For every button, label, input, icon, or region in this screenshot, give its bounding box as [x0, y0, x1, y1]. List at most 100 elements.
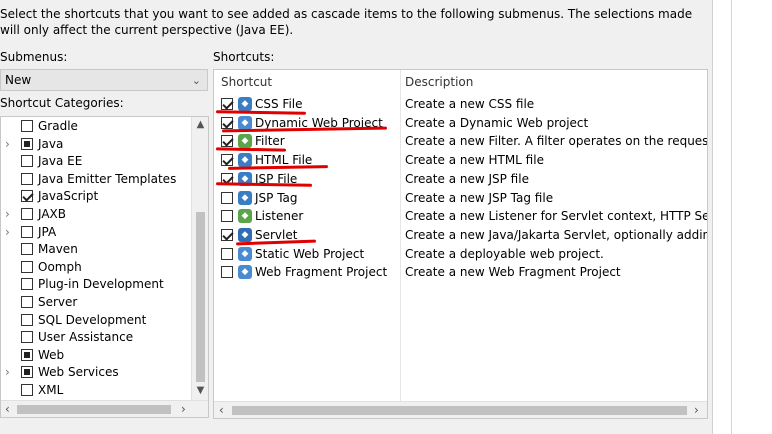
category-checkbox[interactable]: [21, 120, 33, 132]
category-checkbox[interactable]: [21, 190, 33, 203]
scroll-thumb[interactable]: [17, 405, 171, 414]
shortcut-checkbox[interactable]: [221, 154, 233, 167]
tree-item[interactable]: › Java: [1, 135, 191, 153]
servlet-icon: ◆: [238, 227, 252, 242]
scroll-thumb[interactable]: [232, 406, 687, 415]
shortcut-description: Create a new JSP file: [405, 171, 529, 186]
category-label: Server: [38, 295, 78, 309]
scroll-right-icon[interactable]: ›: [694, 402, 699, 418]
intro-text: Select the shortcuts that you want to se…: [0, 7, 693, 37]
web-fragment-project-icon: ◆: [238, 265, 252, 280]
tree-item[interactable]: › JAXB: [1, 205, 191, 223]
category-label: Java: [38, 136, 64, 151]
shortcut-name: JSP Tag: [255, 190, 298, 205]
scroll-left-icon[interactable]: ‹: [219, 402, 224, 418]
tree-item[interactable]: JavaScript: [1, 187, 191, 205]
expand-chevron-icon[interactable]: ›: [5, 135, 15, 153]
category-checkbox[interactable]: [21, 278, 33, 291]
scroll-thumb[interactable]: [196, 212, 205, 382]
scroll-down-icon[interactable]: ▼: [192, 385, 208, 396]
horizontal-scrollbar[interactable]: ‹ ›: [1, 400, 208, 417]
tree-item[interactable]: Web: [1, 346, 191, 364]
tree-item[interactable]: › JPA: [1, 223, 191, 241]
tree-item[interactable]: Gradle: [1, 117, 191, 135]
category-checkbox[interactable]: [21, 384, 33, 396]
category-checkbox[interactable]: [21, 243, 33, 256]
scroll-right-icon[interactable]: ›: [181, 401, 186, 417]
category-checkbox[interactable]: [21, 348, 33, 361]
shortcuts-table[interactable]: Shortcut Description ◆ CSS File Create a n…: [213, 69, 708, 419]
static-web-project-icon: ◆: [238, 246, 252, 261]
shortcut-checkbox[interactable]: [221, 98, 233, 110]
table-row[interactable]: ◆ Static Web Project Create a deployable w…: [214, 245, 707, 263]
shortcut-checkbox[interactable]: [221, 210, 233, 223]
category-checkbox[interactable]: [21, 155, 33, 168]
category-label: Web: [38, 347, 65, 362]
category-checkbox[interactable]: [21, 137, 33, 150]
column-header-description[interactable]: Description: [405, 73, 473, 91]
listener-icon: ◆: [238, 209, 252, 224]
shortcut-checkbox[interactable]: [221, 266, 233, 279]
categories-tree[interactable]: Gradle › Java Java EE Java Emitter Templates…: [0, 116, 209, 418]
shortcut-description: Create a new HTML file: [405, 153, 544, 168]
category-checkbox[interactable]: [21, 366, 33, 379]
tree-item[interactable]: SQL Development: [1, 311, 191, 329]
css-file-icon: ◆: [238, 97, 252, 111]
submenu-selected-value: New: [5, 73, 32, 87]
chevron-down-icon[interactable]: ⌄: [192, 73, 201, 89]
horizontal-scrollbar[interactable]: ‹ ›: [214, 401, 707, 418]
jsp-tag-icon: ◆: [238, 190, 252, 205]
shortcut-checkbox[interactable]: [221, 228, 233, 241]
category-checkbox[interactable]: [21, 208, 33, 220]
category-label: Web Services: [38, 365, 119, 380]
tree-item[interactable]: XML: [1, 381, 191, 399]
shortcut-checkbox[interactable]: [221, 247, 233, 260]
vertical-scrollbar[interactable]: ▲ ▼: [191, 117, 208, 401]
tree-item[interactable]: Java EE: [1, 152, 191, 170]
category-label: JPA: [38, 224, 57, 239]
submenu-select[interactable]: New ⌄: [0, 69, 208, 91]
shortcut-name: Web Fragment Project: [255, 265, 388, 280]
category-label: JavaScript: [38, 189, 99, 204]
table-row[interactable]: ◆ Web Fragment Project Create a new Web Fr…: [214, 263, 707, 281]
expand-chevron-icon[interactable]: ›: [5, 205, 15, 223]
shortcut-name: Static Web Project: [255, 246, 365, 261]
tree-item[interactable]: Server: [1, 293, 191, 311]
category-checkbox[interactable]: [21, 313, 33, 326]
shortcut-description: Create a deployable web project.: [405, 246, 604, 261]
web-project-icon: ◆: [238, 115, 252, 130]
scroll-left-icon[interactable]: ‹: [5, 401, 10, 417]
tree-item[interactable]: Oomph: [1, 258, 191, 276]
category-checkbox[interactable]: [21, 225, 33, 238]
shortcut-description: Create a Dynamic Web project: [405, 115, 589, 130]
tree-item[interactable]: Java Emitter Templates: [1, 170, 191, 188]
table-row[interactable]: ◆ JSP Tag Create a new JSP Tag file: [214, 189, 707, 207]
shortcut-description: Create a new Listener for Servlet contex…: [405, 209, 707, 224]
shortcut-checkbox[interactable]: [221, 135, 233, 148]
expand-chevron-icon[interactable]: ›: [5, 363, 15, 381]
tree-item[interactable]: › Web Services: [1, 363, 191, 381]
category-checkbox[interactable]: [21, 260, 33, 273]
category-checkbox[interactable]: [21, 172, 33, 185]
tree-item[interactable]: User Assistance: [1, 328, 191, 346]
tree-item[interactable]: Maven: [1, 240, 191, 258]
category-checkbox[interactable]: [21, 331, 33, 344]
category-label: SQL Development: [38, 312, 147, 327]
category-label: Java Emitter Templates: [38, 171, 177, 186]
shortcut-description: Create a new Java/Jakarta Servlet, optio…: [405, 227, 707, 242]
expand-chevron-icon[interactable]: ›: [5, 223, 15, 241]
category-label: Oomph: [38, 259, 82, 274]
category-label: XML: [38, 383, 64, 397]
tree-item[interactable]: Plug-in Development: [1, 275, 191, 293]
shortcut-checkbox[interactable]: [221, 191, 233, 204]
column-header-shortcut[interactable]: Shortcut: [221, 73, 272, 91]
table-row[interactable]: ◆ Listener Create a new Listener for Servl…: [214, 207, 707, 225]
shortcut-name: Listener: [255, 209, 304, 224]
scroll-up-icon[interactable]: ▲: [192, 119, 208, 130]
shortcut-description: Create a new Filter. A filter operates o…: [405, 134, 707, 149]
category-label: JAXB: [38, 207, 66, 221]
shortcut-checkbox[interactable]: [221, 116, 233, 129]
table-row[interactable]: ◆ CSS File Create a new CSS file: [214, 95, 707, 113]
table-row[interactable]: ◆ Filter Create a new Filter. A filter ope…: [214, 132, 707, 150]
category-checkbox[interactable]: [21, 296, 33, 308]
